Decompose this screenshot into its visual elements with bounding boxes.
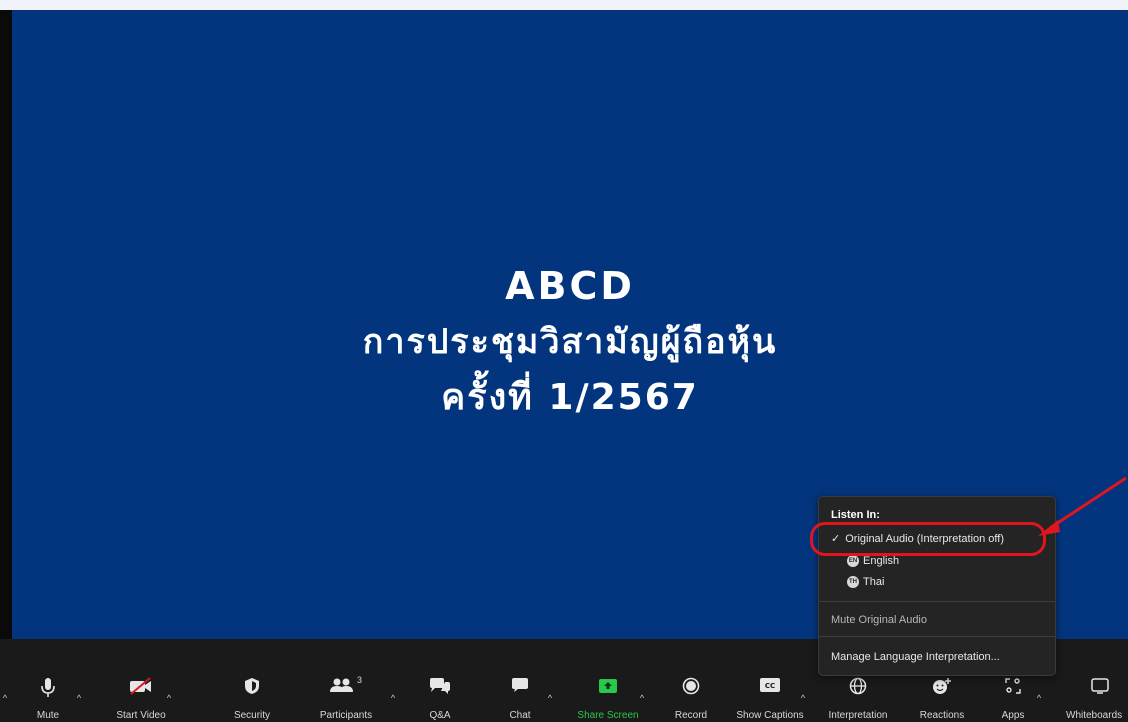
qa-label: Q&A <box>429 710 451 721</box>
apps-label: Apps <box>1001 710 1025 721</box>
show-captions-button[interactable]: CC Show Captions <box>736 639 804 722</box>
language-badge-icon: EN <box>847 555 859 567</box>
arrow-annotation-icon <box>1038 476 1127 536</box>
reactions-label: Reactions <box>919 710 965 721</box>
mute-label: Mute <box>36 710 60 721</box>
globe-icon <box>849 677 867 711</box>
participants-button[interactable]: 3 Participants <box>318 639 374 722</box>
apps-options-chevron-icon[interactable]: ^ <box>1034 694 1044 703</box>
participants-count: 3 <box>356 675 362 685</box>
whiteboards-label: Whiteboards <box>1066 710 1123 721</box>
video-options-chevron-icon[interactable]: ^ <box>164 694 174 703</box>
svg-text:CC: CC <box>765 682 775 690</box>
share-options-chevron-icon[interactable]: ^ <box>637 694 647 703</box>
chat-button[interactable]: Chat <box>505 639 535 722</box>
video-off-icon <box>128 677 154 711</box>
menu-divider <box>819 601 1055 602</box>
language-badge-icon: TH <box>847 576 859 588</box>
slide-title-line-1: ABCD <box>505 264 635 308</box>
cc-icon: CC <box>759 677 781 711</box>
qa-icon <box>429 677 451 711</box>
security-button[interactable]: Security <box>232 639 272 722</box>
menu-item-label: Mute Original Audio <box>831 614 927 626</box>
mute-options-chevron-icon[interactable]: ^ <box>74 694 84 703</box>
menu-divider <box>819 636 1055 637</box>
chat-label: Chat <box>509 710 531 721</box>
record-icon <box>682 677 700 711</box>
smiley-plus-icon <box>932 677 952 711</box>
microphone-icon <box>40 677 56 711</box>
chat-options-chevron-icon[interactable]: ^ <box>545 694 555 703</box>
record-button[interactable]: Record <box>672 639 710 722</box>
record-label: Record <box>674 710 708 721</box>
participants-label: Participants <box>319 710 373 721</box>
qa-button[interactable]: Q&A <box>425 639 455 722</box>
shield-icon <box>244 677 260 711</box>
share-screen-icon <box>598 677 618 711</box>
participants-options-chevron-icon[interactable]: ^ <box>388 694 398 703</box>
menu-item-manage-language-interpretation[interactable]: Manage Language Interpretation... <box>831 651 1000 663</box>
highlight-annotation <box>810 522 1046 556</box>
show-captions-label: Show Captions <box>736 710 804 721</box>
interpretation-label: Interpretation <box>828 710 888 721</box>
chevron-up-icon[interactable]: ^ <box>0 694 10 703</box>
slide-title: ABCD การประชุมวิสามัญผู้ถือหุ้น ครั้งที่… <box>12 258 1128 426</box>
menu-item-thai[interactable]: TH Thai <box>847 576 884 588</box>
menu-header: Listen In: <box>831 509 880 521</box>
menu-item-label: English <box>863 555 900 567</box>
chat-icon <box>511 677 529 711</box>
apps-icon <box>1004 677 1022 711</box>
share-screen-label: Share Screen <box>577 710 639 721</box>
share-screen-button[interactable]: Share Screen <box>577 639 639 722</box>
start-video-button[interactable]: Start Video <box>116 639 166 722</box>
slide-title-line-2: การประชุมวิสามัญผู้ถือหุ้น <box>362 322 778 362</box>
start-video-label: Start Video <box>116 710 166 721</box>
menu-item-label: Manage Language Interpretation... <box>831 651 1000 663</box>
menu-item-english[interactable]: EN English <box>847 555 899 567</box>
captions-options-chevron-icon[interactable]: ^ <box>798 694 808 703</box>
mute-button[interactable]: Mute <box>28 639 68 722</box>
menu-item-label: Thai <box>863 576 885 588</box>
slide-title-line-3: ครั้งที่ 1/2567 <box>441 377 699 418</box>
security-label: Security <box>233 710 271 721</box>
menu-item-mute-original-audio[interactable]: Mute Original Audio <box>831 614 927 626</box>
whiteboard-icon <box>1090 677 1110 711</box>
participants-icon: 3 <box>329 675 362 711</box>
whiteboards-button[interactable]: Whiteboards <box>1066 639 1128 722</box>
